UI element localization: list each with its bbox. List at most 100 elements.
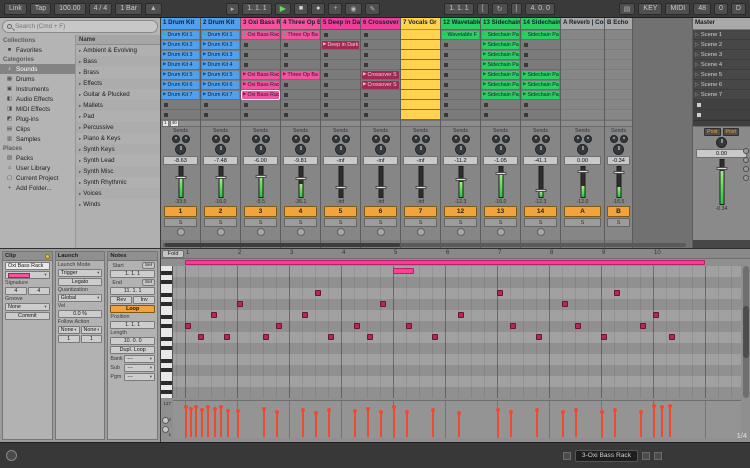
volume-fader[interactable] [281,166,320,198]
velocity-stem[interactable] [353,409,357,437]
volume-value[interactable]: -7.48 [203,156,238,165]
clip-slot[interactable]: ▶ Drum Kit 4 [161,60,200,70]
solo-button[interactable]: S [564,218,601,227]
stop-button[interactable]: ■ [293,2,309,15]
clip-slot[interactable]: ▶ Sidechain Pad [481,60,520,70]
stop-all-slot[interactable] [693,100,750,110]
solo-button[interactable]: S [203,218,238,227]
midi-note[interactable] [185,323,192,329]
send-a-knob[interactable] [451,135,460,143]
tap-tempo-button[interactable]: Tap [29,2,52,15]
fold-button[interactable]: Fold [162,250,184,258]
status-square-2[interactable] [654,451,662,460]
add-lane-button[interactable] [162,417,169,424]
sidebar-item-midi-effects[interactable]: ◨ MIDI Effects [0,104,75,114]
clip[interactable]: ▶ Sidechain Pad [522,80,559,89]
bank-select[interactable]: --- ▾ [124,355,156,363]
clip-stop-button[interactable] [164,102,168,107]
link-toggle[interactable]: Link [4,2,27,15]
clip-slot[interactable]: ▶ Drum Kit 5 [161,70,200,80]
clip[interactable]: ▶ Drum Kit 1 [162,30,199,39]
clip-slot[interactable] [321,60,360,70]
clip[interactable]: ▶ Sidechain Pad [482,30,519,39]
volume-fader[interactable] [605,166,632,198]
track-header[interactable]: 14 Sidechain Pad [521,18,560,30]
volume-value[interactable]: -inf [403,156,438,165]
arm-button[interactable] [216,228,225,236]
clip-stop-button[interactable] [364,42,368,47]
arm-button[interactable] [296,228,305,236]
stop-all-clips-button[interactable] [697,112,701,117]
scrollbar-handle[interactable] [743,305,749,359]
clip-slot[interactable]: ▶ Sidechain Pad [521,70,560,80]
send-b-post-toggle[interactable]: Post [722,128,739,136]
loop-length-value[interactable]: 10. 0. 0 [110,337,156,345]
browser-list-item[interactable]: ▸ Synth Keys [76,144,160,155]
sidebar-item-clips[interactable]: ▤ Clips [0,124,75,134]
clip-slot[interactable] [561,70,604,80]
quantization-menu[interactable]: 1 Bar [115,2,142,15]
pan-knob[interactable] [455,144,466,155]
clip-slot[interactable] [441,100,480,110]
loop-position-value[interactable]: 1. 1. 1 [110,321,156,329]
clip-name-field[interactable]: Oxi Bass Rack [5,262,50,270]
midi-note[interactable] [640,323,647,329]
clip-stop-button[interactable] [324,82,328,87]
punch-out-button[interactable]: ] [510,2,523,15]
track-activator[interactable]: 2 [203,206,238,217]
scene-slot[interactable]: ▷ Scene 5 [693,70,750,80]
clip[interactable]: ▶ Sidechain Pad [482,70,519,79]
scene-slot[interactable]: ▷ Scene 4 [693,60,750,70]
browser-list-item[interactable]: ▸ Brass [76,67,160,78]
clip-slot[interactable]: ▶ Sidechain Pad [481,80,520,90]
clip-stop-button[interactable] [524,112,528,117]
pan-knob[interactable] [415,144,426,155]
fader-handle[interactable] [175,176,186,180]
launch-mode-select[interactable]: Trigger ▾ [57,269,103,277]
clip-stop-button[interactable] [284,42,288,47]
midi-note[interactable] [302,312,309,318]
send-b-knob[interactable] [221,135,230,143]
solo-button[interactable]: S [483,218,518,227]
velocity-stem[interactable] [613,408,617,437]
follow-button[interactable]: ▸ [225,2,240,15]
fader-handle[interactable] [375,186,386,190]
fader-handle[interactable] [335,186,346,190]
clip-slot[interactable] [361,110,400,120]
sidebar-item-instruments[interactable]: ▣ Instruments [0,84,75,94]
master-fader-handle[interactable] [716,167,727,171]
midi-note[interactable] [614,290,621,296]
clip-stop-button[interactable] [524,62,528,67]
velocity-stem[interactable] [574,408,578,437]
volume-fader[interactable] [161,166,200,198]
master-track-header[interactable]: Master [693,18,750,30]
clip-slot[interactable] [441,40,480,50]
session-horizontal-scrollbar[interactable] [163,243,686,247]
loop-start-field[interactable]: 1. 1. 1 [444,2,474,15]
program-select[interactable]: --- ▾ [124,373,156,381]
clip-slot[interactable] [361,100,400,110]
track-activator[interactable]: B [607,206,630,217]
follow-chance-b[interactable]: 1 [80,335,103,343]
clip-slot[interactable] [161,110,200,120]
arm-button[interactable] [176,228,185,236]
metronome-icon[interactable]: ▲ [144,2,162,15]
clip-slot[interactable]: ▶ Drum Kit 3 [201,50,240,60]
start-value[interactable]: 1. 1. 1 [110,270,156,278]
clip-stop-button[interactable] [524,42,528,47]
clip[interactable]: ▶ Sidechain Pad [482,40,519,49]
volume-fader[interactable] [481,166,520,198]
browser-list-item[interactable]: ▸ Percussive [76,122,160,133]
clip-slot[interactable] [321,70,360,80]
send-b-knob[interactable] [181,135,190,143]
clip[interactable]: ▶ Sidechain Pad [522,90,559,99]
clip-slot[interactable] [561,80,604,90]
volume-value[interactable]: -inf [323,156,358,165]
track-activator[interactable]: A [564,206,601,217]
scene-slot[interactable]: ▷ Scene 7 [693,90,750,100]
end-set-button[interactable]: Set [141,279,156,286]
scene-slot[interactable]: ▷ Scene 2 [693,40,750,50]
midi-note[interactable] [497,290,504,296]
clip-stop-button[interactable] [284,52,288,57]
clip-slot[interactable]: ▶ Oxi Bass Rack [241,89,280,100]
